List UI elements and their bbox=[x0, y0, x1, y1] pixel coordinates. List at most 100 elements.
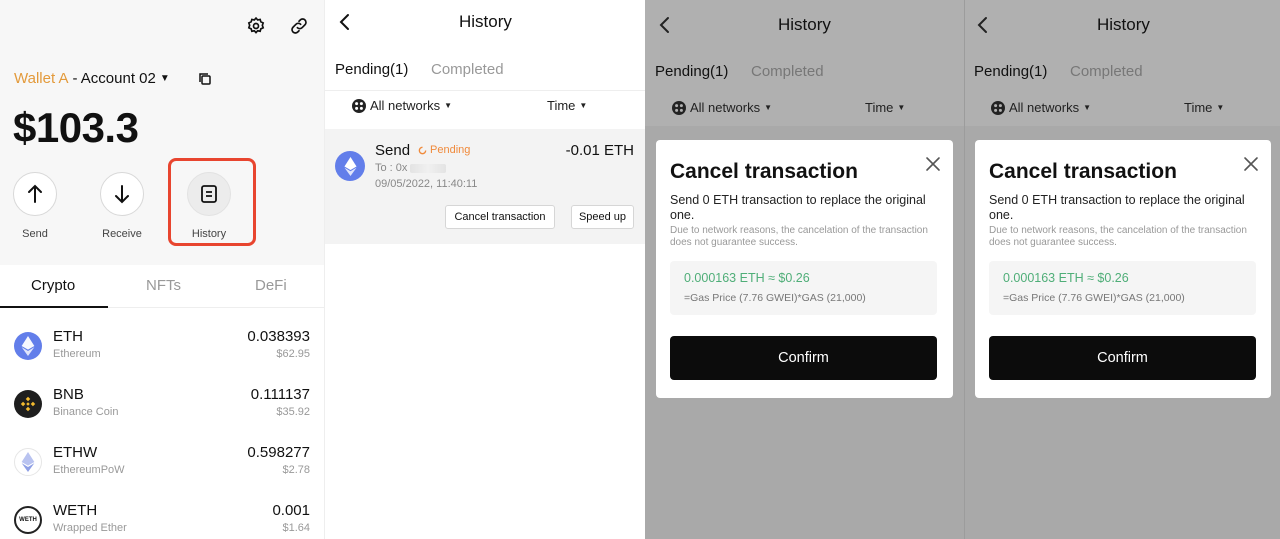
copy-icon[interactable] bbox=[198, 72, 212, 86]
gas-fee-box: 0.000163 ETH ≈ $0.26 =Gas Price (7.76 GW… bbox=[670, 261, 937, 315]
receive-button[interactable]: Receive bbox=[99, 172, 145, 240]
asset-amount: 0.598277 bbox=[247, 444, 310, 461]
modal-note: Due to network reasons, the cancelation … bbox=[989, 225, 1247, 248]
confirm-button[interactable]: Confirm bbox=[670, 336, 937, 380]
send-button[interactable]: Send bbox=[12, 172, 58, 240]
asset-row-weth[interactable]: WETH WETH Wrapped Ether 0.001 $1.64 bbox=[0, 494, 324, 539]
eth-icon bbox=[335, 151, 365, 181]
page-title: History bbox=[1097, 15, 1150, 34]
gas-fee-value: 0.000163 ETH ≈ $0.26 bbox=[684, 271, 810, 285]
tab-pending[interactable]: Pending(1) bbox=[335, 61, 408, 78]
weth-badge-text: WETH bbox=[19, 517, 37, 523]
tab-pending[interactable]: Pending(1) bbox=[655, 63, 728, 80]
wallet-name: Wallet A bbox=[14, 70, 69, 87]
tx-recipient: To : 0x bbox=[375, 162, 447, 174]
asset-name: Wrapped Ether bbox=[53, 522, 127, 534]
back-chevron-icon[interactable] bbox=[657, 16, 673, 34]
cancel-transaction-button[interactable]: Cancel transaction bbox=[445, 205, 555, 229]
network-grid-icon bbox=[991, 100, 1005, 115]
caret-down-icon: ▼ bbox=[1083, 103, 1091, 112]
back-chevron-icon[interactable] bbox=[337, 13, 353, 31]
bnb-icon bbox=[14, 390, 42, 418]
time-filter-label: Time bbox=[1184, 100, 1213, 115]
asset-usd-value: $35.92 bbox=[276, 406, 310, 418]
network-grid-icon bbox=[352, 98, 366, 113]
settings-gear-icon[interactable] bbox=[244, 14, 268, 38]
asset-name: EthereumPoW bbox=[53, 464, 125, 476]
history-screen: History Pending(1) Completed All network… bbox=[324, 0, 645, 539]
modal-note: Due to network reasons, the cancelation … bbox=[670, 225, 928, 248]
time-filter-label: Time bbox=[865, 100, 894, 115]
redacted-address bbox=[410, 163, 447, 173]
asset-symbol: ETHW bbox=[53, 444, 98, 461]
back-chevron-icon[interactable] bbox=[975, 16, 991, 34]
tab-nfts[interactable]: NFTs bbox=[146, 277, 181, 294]
weth-icon: WETH bbox=[14, 506, 42, 534]
tab-crypto[interactable]: Crypto bbox=[31, 277, 75, 294]
account-selector[interactable]: Wallet A - Account 02 ▼ bbox=[14, 70, 170, 87]
page-title: History bbox=[778, 15, 831, 34]
gas-fee-box: 0.000163 ETH ≈ $0.26 =Gas Price (7.76 GW… bbox=[989, 261, 1256, 315]
link-icon[interactable] bbox=[287, 14, 311, 38]
gas-fee-formula: =Gas Price (7.76 GWEI)*GAS (21,000) bbox=[684, 292, 866, 304]
asset-amount: 0.001 bbox=[272, 502, 310, 519]
asset-row-bnb[interactable]: BNB Binance Coin 0.111137 $35.92 bbox=[0, 378, 324, 436]
network-filter-label: All networks bbox=[690, 100, 761, 115]
tab-completed[interactable]: Completed bbox=[751, 63, 824, 80]
network-filter-label: All networks bbox=[1009, 100, 1080, 115]
tab-defi[interactable]: DeFi bbox=[255, 277, 287, 294]
loading-spinner-icon bbox=[418, 146, 427, 154]
active-tab-indicator bbox=[0, 306, 108, 308]
asset-usd-value: $1.64 bbox=[282, 522, 310, 534]
history-screen-cancel-modal-2: History Pending(1) Completed All network… bbox=[964, 0, 1280, 539]
tab-completed[interactable]: Completed bbox=[1070, 63, 1143, 80]
history-screen-cancel-modal: History Pending(1) Completed All network… bbox=[645, 0, 964, 539]
tx-type: Send bbox=[375, 142, 411, 159]
asset-symbol: ETH bbox=[53, 328, 83, 345]
tx-amount: -0.01 ETH bbox=[565, 142, 634, 159]
asset-amount: 0.111137 bbox=[250, 386, 310, 403]
cancel-transaction-modal: Cancel transaction Send 0 ETH transactio… bbox=[656, 140, 953, 398]
cancel-transaction-modal: Cancel transaction Send 0 ETH transactio… bbox=[975, 140, 1271, 398]
eth-icon bbox=[14, 332, 42, 360]
total-balance: $103.3 bbox=[13, 104, 139, 151]
network-filter-label: All networks bbox=[370, 98, 441, 113]
arrow-up-icon bbox=[13, 172, 57, 216]
pending-status-badge: Pending bbox=[418, 144, 470, 156]
wallet-screen: Wallet A - Account 02 ▼ $103.3 Send Rece… bbox=[0, 0, 324, 539]
receive-label: Receive bbox=[102, 228, 142, 240]
network-filter[interactable]: All networks ▼ bbox=[352, 98, 452, 113]
network-filter[interactable]: All networks ▼ bbox=[672, 100, 772, 115]
asset-row-eth[interactable]: ETH Ethereum 0.038393 $62.95 bbox=[0, 320, 324, 378]
send-label: Send bbox=[22, 228, 48, 240]
tx-recipient-label: To : 0x bbox=[375, 162, 408, 174]
page-title: History bbox=[459, 12, 512, 31]
ethw-icon bbox=[14, 448, 42, 476]
modal-title: Cancel transaction bbox=[670, 160, 858, 183]
network-filter[interactable]: All networks ▼ bbox=[991, 100, 1091, 115]
time-filter[interactable]: Time ▼ bbox=[865, 100, 905, 115]
speed-up-button[interactable]: Speed up bbox=[571, 205, 634, 229]
close-icon[interactable] bbox=[1243, 156, 1259, 172]
chevron-down-icon: ▼ bbox=[159, 73, 170, 84]
asset-symbol: WETH bbox=[53, 502, 98, 519]
asset-symbol: BNB bbox=[53, 386, 84, 403]
gas-fee-value: 0.000163 ETH ≈ $0.26 bbox=[1003, 271, 1129, 285]
caret-down-icon: ▼ bbox=[444, 101, 452, 110]
confirm-button[interactable]: Confirm bbox=[989, 336, 1256, 380]
asset-name: Binance Coin bbox=[53, 406, 119, 418]
asset-usd-value: $2.78 bbox=[282, 464, 310, 476]
time-filter[interactable]: Time ▼ bbox=[1184, 100, 1224, 115]
caret-down-icon: ▼ bbox=[1216, 103, 1225, 112]
tab-completed[interactable]: Completed bbox=[431, 61, 504, 78]
modal-description: Send 0 ETH transaction to replace the or… bbox=[670, 193, 926, 222]
network-grid-icon bbox=[672, 100, 686, 115]
close-icon[interactable] bbox=[925, 156, 941, 172]
tab-pending[interactable]: Pending(1) bbox=[974, 63, 1047, 80]
time-filter[interactable]: Time ▼ bbox=[547, 98, 587, 113]
transaction-card[interactable]: Send Pending To : 0x 09/05/2022, 11:40:1… bbox=[325, 129, 645, 244]
account-name: - Account 02 bbox=[72, 70, 156, 87]
asset-tabs: Crypto NFTs DeFi bbox=[0, 265, 324, 308]
asset-row-ethw[interactable]: ETHW EthereumPoW 0.598277 $2.78 bbox=[0, 436, 324, 494]
time-filter-label: Time bbox=[547, 98, 576, 113]
